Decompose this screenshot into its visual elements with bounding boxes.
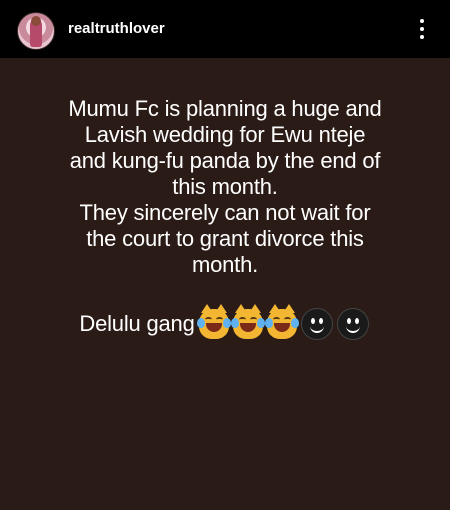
gang-line: Delulu gang [30,304,420,340]
dark-smiley-icon [300,308,333,340]
story-line: Mumu Fc is planning a huge and [68,96,382,121]
story-line: They sincerely can not wait for [79,200,371,225]
story-line: Lavish wedding for Ewu nteje [84,122,366,147]
gang-label: Delulu gang [79,311,195,336]
profile-avatar[interactable] [17,12,55,50]
crying-laughing-cat-icon [196,304,231,339]
more-vertical-icon-dot [420,27,424,31]
story-line: and kung-fu panda by the end of [69,148,381,173]
dark-smiley-icon [336,308,369,340]
story-text: Mumu Fc is planning a huge and Lavish we… [30,96,420,340]
more-vertical-icon-dot [420,35,424,39]
crying-laughing-cat-icon [264,304,299,339]
story-line: month. [191,252,259,277]
story-header: realtruthlover [0,0,450,58]
story-line: the court to grant divorce this [86,226,364,251]
story-line: this month. [172,174,278,199]
more-options-button[interactable] [410,12,434,46]
username[interactable]: realtruthlover [68,20,165,37]
crying-laughing-cat-icon [230,304,265,339]
avatar-head [31,16,41,26]
story-content: Mumu Fc is planning a huge and Lavish we… [0,58,450,510]
more-vertical-icon [420,19,424,23]
